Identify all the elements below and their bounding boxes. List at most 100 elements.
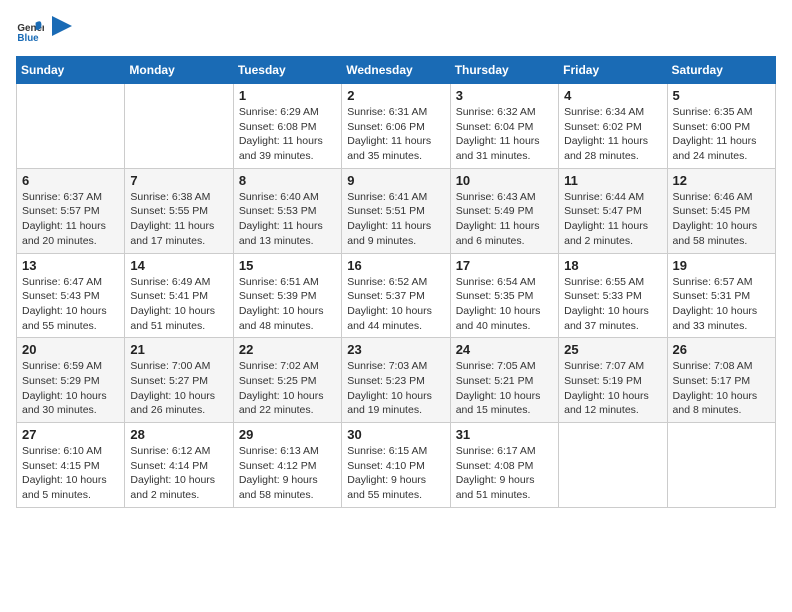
sunrise-text: Sunrise: 7:02 AM: [239, 359, 336, 374]
calendar-cell: 24 Sunrise: 7:05 AM Sunset: 5:21 PM Dayl…: [450, 338, 558, 423]
day-info: Sunrise: 6:34 AM Sunset: 6:02 PM Dayligh…: [564, 105, 661, 164]
day-info: Sunrise: 6:32 AM Sunset: 6:04 PM Dayligh…: [456, 105, 553, 164]
sunrise-text: Sunrise: 6:47 AM: [22, 275, 119, 290]
day-header-friday: Friday: [559, 57, 667, 84]
day-info: Sunrise: 6:49 AM Sunset: 5:41 PM Dayligh…: [130, 275, 227, 334]
sunset-text: Sunset: 5:49 PM: [456, 204, 553, 219]
day-info: Sunrise: 6:52 AM Sunset: 5:37 PM Dayligh…: [347, 275, 444, 334]
day-number: 17: [456, 258, 553, 273]
day-number: 8: [239, 173, 336, 188]
svg-text:Blue: Blue: [17, 33, 39, 44]
sunset-text: Sunset: 5:45 PM: [673, 204, 770, 219]
daylight-text: Daylight: 10 hours and 44 minutes.: [347, 304, 444, 333]
sunrise-text: Sunrise: 6:59 AM: [22, 359, 119, 374]
day-info: Sunrise: 6:12 AM Sunset: 4:14 PM Dayligh…: [130, 444, 227, 503]
daylight-text: Daylight: 10 hours and 30 minutes.: [22, 389, 119, 418]
sunset-text: Sunset: 5:51 PM: [347, 204, 444, 219]
day-number: 11: [564, 173, 661, 188]
sunrise-text: Sunrise: 6:31 AM: [347, 105, 444, 120]
day-info: Sunrise: 7:08 AM Sunset: 5:17 PM Dayligh…: [673, 359, 770, 418]
calendar-cell: 31 Sunrise: 6:17 AM Sunset: 4:08 PM Dayl…: [450, 423, 558, 508]
daylight-text: Daylight: 11 hours and 13 minutes.: [239, 219, 336, 248]
sunrise-text: Sunrise: 6:54 AM: [456, 275, 553, 290]
daylight-text: Daylight: 10 hours and 22 minutes.: [239, 389, 336, 418]
sunrise-text: Sunrise: 6:32 AM: [456, 105, 553, 120]
calendar-cell: 10 Sunrise: 6:43 AM Sunset: 5:49 PM Dayl…: [450, 168, 558, 253]
daylight-text: Daylight: 10 hours and 2 minutes.: [130, 473, 227, 502]
calendar-cell: 23 Sunrise: 7:03 AM Sunset: 5:23 PM Dayl…: [342, 338, 450, 423]
day-number: 27: [22, 427, 119, 442]
day-number: 5: [673, 88, 770, 103]
week-row-1: 1 Sunrise: 6:29 AM Sunset: 6:08 PM Dayli…: [17, 84, 776, 169]
sunset-text: Sunset: 5:39 PM: [239, 289, 336, 304]
calendar-cell: 19 Sunrise: 6:57 AM Sunset: 5:31 PM Dayl…: [667, 253, 775, 338]
calendar-table: SundayMondayTuesdayWednesdayThursdayFrid…: [16, 56, 776, 508]
sunrise-text: Sunrise: 6:52 AM: [347, 275, 444, 290]
day-number: 19: [673, 258, 770, 273]
calendar-cell: 20 Sunrise: 6:59 AM Sunset: 5:29 PM Dayl…: [17, 338, 125, 423]
week-row-3: 13 Sunrise: 6:47 AM Sunset: 5:43 PM Dayl…: [17, 253, 776, 338]
calendar-cell: 16 Sunrise: 6:52 AM Sunset: 5:37 PM Dayl…: [342, 253, 450, 338]
sunrise-text: Sunrise: 6:49 AM: [130, 275, 227, 290]
sunrise-text: Sunrise: 7:05 AM: [456, 359, 553, 374]
sunset-text: Sunset: 5:17 PM: [673, 374, 770, 389]
daylight-text: Daylight: 11 hours and 39 minutes.: [239, 134, 336, 163]
sunrise-text: Sunrise: 6:57 AM: [673, 275, 770, 290]
day-number: 18: [564, 258, 661, 273]
day-info: Sunrise: 6:17 AM Sunset: 4:08 PM Dayligh…: [456, 444, 553, 503]
sunset-text: Sunset: 5:37 PM: [347, 289, 444, 304]
day-number: 31: [456, 427, 553, 442]
daylight-text: Daylight: 10 hours and 40 minutes.: [456, 304, 553, 333]
daylight-text: Daylight: 11 hours and 9 minutes.: [347, 219, 444, 248]
sunrise-text: Sunrise: 7:03 AM: [347, 359, 444, 374]
calendar-cell: 1 Sunrise: 6:29 AM Sunset: 6:08 PM Dayli…: [233, 84, 341, 169]
day-number: 14: [130, 258, 227, 273]
calendar-cell: 4 Sunrise: 6:34 AM Sunset: 6:02 PM Dayli…: [559, 84, 667, 169]
day-info: Sunrise: 6:57 AM Sunset: 5:31 PM Dayligh…: [673, 275, 770, 334]
sunset-text: Sunset: 5:41 PM: [130, 289, 227, 304]
logo-triangle-icon: [52, 16, 72, 46]
day-info: Sunrise: 6:43 AM Sunset: 5:49 PM Dayligh…: [456, 190, 553, 249]
day-number: 1: [239, 88, 336, 103]
day-number: 4: [564, 88, 661, 103]
day-info: Sunrise: 6:47 AM Sunset: 5:43 PM Dayligh…: [22, 275, 119, 334]
sunrise-text: Sunrise: 6:40 AM: [239, 190, 336, 205]
daylight-text: Daylight: 11 hours and 24 minutes.: [673, 134, 770, 163]
daylight-text: Daylight: 10 hours and 55 minutes.: [22, 304, 119, 333]
sunset-text: Sunset: 5:25 PM: [239, 374, 336, 389]
week-row-4: 20 Sunrise: 6:59 AM Sunset: 5:29 PM Dayl…: [17, 338, 776, 423]
day-number: 13: [22, 258, 119, 273]
day-info: Sunrise: 6:29 AM Sunset: 6:08 PM Dayligh…: [239, 105, 336, 164]
day-number: 28: [130, 427, 227, 442]
calendar-cell: [125, 84, 233, 169]
day-info: Sunrise: 6:46 AM Sunset: 5:45 PM Dayligh…: [673, 190, 770, 249]
sunrise-text: Sunrise: 6:38 AM: [130, 190, 227, 205]
sunset-text: Sunset: 5:21 PM: [456, 374, 553, 389]
sunrise-text: Sunrise: 6:29 AM: [239, 105, 336, 120]
day-number: 26: [673, 342, 770, 357]
daylight-text: Daylight: 11 hours and 17 minutes.: [130, 219, 227, 248]
sunset-text: Sunset: 5:31 PM: [673, 289, 770, 304]
day-info: Sunrise: 6:35 AM Sunset: 6:00 PM Dayligh…: [673, 105, 770, 164]
day-number: 2: [347, 88, 444, 103]
day-info: Sunrise: 6:51 AM Sunset: 5:39 PM Dayligh…: [239, 275, 336, 334]
day-header-wednesday: Wednesday: [342, 57, 450, 84]
day-info: Sunrise: 6:41 AM Sunset: 5:51 PM Dayligh…: [347, 190, 444, 249]
calendar-cell: 26 Sunrise: 7:08 AM Sunset: 5:17 PM Dayl…: [667, 338, 775, 423]
daylight-text: Daylight: 11 hours and 6 minutes.: [456, 219, 553, 248]
sunrise-text: Sunrise: 6:46 AM: [673, 190, 770, 205]
day-header-monday: Monday: [125, 57, 233, 84]
sunset-text: Sunset: 6:04 PM: [456, 120, 553, 135]
calendar-cell: 21 Sunrise: 7:00 AM Sunset: 5:27 PM Dayl…: [125, 338, 233, 423]
sunset-text: Sunset: 5:43 PM: [22, 289, 119, 304]
day-header-saturday: Saturday: [667, 57, 775, 84]
sunrise-text: Sunrise: 6:12 AM: [130, 444, 227, 459]
day-info: Sunrise: 7:05 AM Sunset: 5:21 PM Dayligh…: [456, 359, 553, 418]
day-number: 24: [456, 342, 553, 357]
day-info: Sunrise: 6:44 AM Sunset: 5:47 PM Dayligh…: [564, 190, 661, 249]
calendar-cell: 6 Sunrise: 6:37 AM Sunset: 5:57 PM Dayli…: [17, 168, 125, 253]
daylight-text: Daylight: 11 hours and 35 minutes.: [347, 134, 444, 163]
sunset-text: Sunset: 6:00 PM: [673, 120, 770, 135]
sunrise-text: Sunrise: 6:35 AM: [673, 105, 770, 120]
sunrise-text: Sunrise: 6:34 AM: [564, 105, 661, 120]
